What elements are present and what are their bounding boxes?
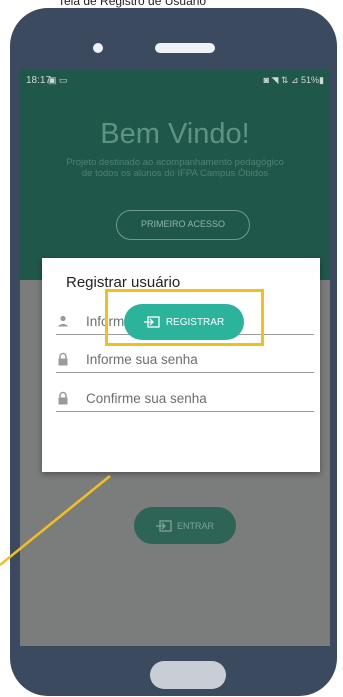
callout-line xyxy=(0,475,111,566)
